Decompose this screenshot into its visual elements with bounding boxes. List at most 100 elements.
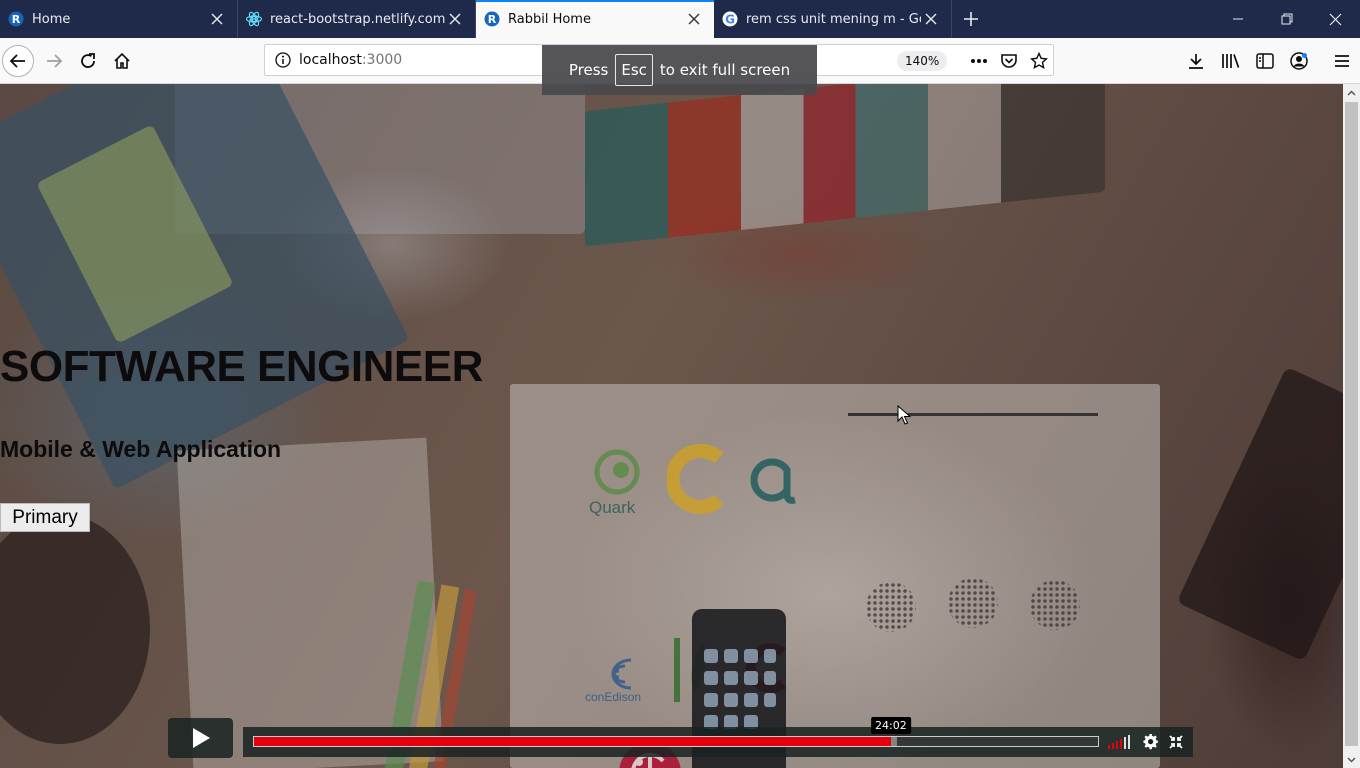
arrow-left-icon bbox=[9, 54, 25, 68]
library-icon bbox=[1222, 54, 1240, 68]
fullscreen-notice: Press Esc to exit full screen bbox=[542, 45, 817, 95]
play-button[interactable] bbox=[168, 718, 233, 758]
reload-icon bbox=[81, 53, 95, 68]
progress-fill bbox=[254, 737, 892, 746]
tab-title: Rabbil Home bbox=[508, 11, 591, 27]
esc-key-label: Esc bbox=[615, 54, 653, 86]
zoom-level-badge[interactable]: 140% bbox=[897, 51, 948, 71]
scroll-down-arrow[interactable] bbox=[1343, 751, 1360, 768]
rabbil-logo-icon: R bbox=[8, 11, 24, 27]
pocket-icon bbox=[1001, 54, 1017, 68]
home-icon bbox=[114, 52, 130, 69]
close-icon[interactable] bbox=[921, 9, 941, 29]
books-image bbox=[585, 84, 1105, 247]
svg-text:G: G bbox=[725, 13, 735, 27]
conedison-logo-icon bbox=[611, 658, 632, 690]
volume-bar[interactable] bbox=[1108, 745, 1110, 749]
close-icon bbox=[1329, 13, 1342, 25]
tab-rabbil-home[interactable]: R Rabbil Home bbox=[476, 0, 714, 38]
tab-react-bootstrap[interactable]: B react-bootstrap.netlify.com/co bbox=[238, 0, 476, 38]
page-actions-button[interactable] bbox=[969, 51, 989, 71]
a-logo-icon bbox=[750, 458, 796, 504]
restore-button[interactable] bbox=[1262, 0, 1311, 38]
tab-strip: R Home B react-bootstrap.netlify.com/co … bbox=[0, 0, 1360, 38]
hamburger-menu-icon bbox=[1335, 55, 1349, 67]
halftone-circle-2 bbox=[948, 578, 998, 628]
account-button[interactable] bbox=[1287, 49, 1311, 73]
tab-title: Home bbox=[32, 11, 71, 27]
vertical-scrollbar[interactable] bbox=[1343, 84, 1360, 768]
book-rule-line bbox=[848, 413, 1098, 416]
volume-bar[interactable] bbox=[1128, 735, 1130, 749]
page-viewport: Quark conEdison SOFTWARE ENGINEER Mobile… bbox=[0, 84, 1343, 768]
close-icon[interactable] bbox=[445, 9, 465, 29]
play-icon bbox=[192, 728, 210, 748]
star-icon bbox=[1030, 52, 1048, 69]
fullscreen-notice-press: Press bbox=[568, 61, 609, 79]
account-icon bbox=[1290, 52, 1308, 70]
bookmark-star-button[interactable] bbox=[1029, 51, 1049, 71]
downloads-button[interactable] bbox=[1184, 49, 1208, 73]
chevron-down-icon bbox=[1347, 757, 1356, 762]
volume-bar[interactable] bbox=[1120, 739, 1122, 749]
volume-bar[interactable] bbox=[1112, 743, 1114, 749]
tab-title: rem css unit mening m - Googl bbox=[746, 11, 921, 27]
tab-google-search[interactable]: G rem css unit mening m - Googl bbox=[714, 0, 952, 38]
home-button[interactable] bbox=[106, 45, 138, 77]
quark-logo-text: Quark bbox=[589, 498, 636, 517]
url-text[interactable]: localhost:3000 bbox=[299, 52, 402, 68]
svg-text:B: B bbox=[251, 15, 257, 24]
scroll-up-arrow[interactable] bbox=[1343, 84, 1360, 101]
primary-button[interactable]: Primary bbox=[0, 503, 90, 532]
menu-button[interactable] bbox=[1330, 49, 1354, 73]
restore-icon bbox=[1281, 13, 1292, 25]
window-controls bbox=[1213, 0, 1360, 38]
info-icon[interactable] bbox=[275, 52, 291, 68]
back-button[interactable] bbox=[2, 45, 34, 77]
close-icon[interactable] bbox=[207, 9, 227, 29]
volume-control[interactable] bbox=[1108, 735, 1130, 749]
exit-fullscreen-icon[interactable] bbox=[1167, 733, 1185, 751]
time-tooltip: 24:02 bbox=[871, 717, 911, 734]
conedison-logo-text: conEdison bbox=[585, 690, 642, 704]
minimize-icon bbox=[1232, 18, 1243, 20]
volume-bar[interactable] bbox=[1116, 741, 1118, 749]
video-control-bar bbox=[243, 727, 1193, 757]
react-bootstrap-icon: B bbox=[246, 11, 262, 27]
url-port: :3000 bbox=[361, 52, 403, 68]
sidebar-icon bbox=[1256, 53, 1274, 69]
mouse-cursor-icon bbox=[897, 405, 911, 425]
cup-image bbox=[0, 514, 150, 744]
halftone-circle-3 bbox=[1030, 580, 1080, 630]
hero-subtitle: Mobile & Web Application bbox=[0, 436, 282, 462]
new-tab-button[interactable] bbox=[952, 0, 990, 38]
close-window-button[interactable] bbox=[1311, 0, 1360, 38]
volume-bar[interactable] bbox=[1124, 737, 1126, 749]
forward-button[interactable] bbox=[38, 45, 70, 77]
rabbil-logo-icon: R bbox=[484, 11, 500, 27]
halftone-circle-1 bbox=[866, 582, 916, 632]
scroll-thumb[interactable] bbox=[1345, 102, 1358, 746]
plus-icon bbox=[964, 12, 978, 26]
more-dots-icon bbox=[971, 59, 987, 63]
minimize-button[interactable] bbox=[1213, 0, 1262, 38]
settings-gear-icon[interactable] bbox=[1142, 733, 1160, 751]
google-icon: G bbox=[722, 11, 738, 27]
library-button[interactable] bbox=[1219, 49, 1243, 73]
dark-object-image bbox=[1176, 366, 1343, 662]
arrow-right-icon bbox=[47, 54, 63, 68]
svg-text:R: R bbox=[488, 13, 497, 26]
tab-home[interactable]: R Home bbox=[0, 0, 238, 38]
tab-title: react-bootstrap.netlify.com/co bbox=[270, 11, 445, 27]
sidebar-button[interactable] bbox=[1253, 49, 1277, 73]
quark-logo-icon bbox=[594, 449, 640, 495]
fullscreen-notice-text: to exit full screen bbox=[659, 61, 791, 79]
pocket-button[interactable] bbox=[999, 51, 1019, 71]
progress-bar[interactable] bbox=[253, 736, 1099, 747]
chevron-up-icon bbox=[1347, 90, 1356, 95]
download-icon bbox=[1189, 54, 1203, 69]
hero-title: SOFTWARE ENGINEER bbox=[0, 342, 483, 391]
close-icon[interactable] bbox=[684, 9, 704, 29]
reload-button[interactable] bbox=[72, 45, 104, 77]
c-logo-icon bbox=[667, 444, 724, 514]
